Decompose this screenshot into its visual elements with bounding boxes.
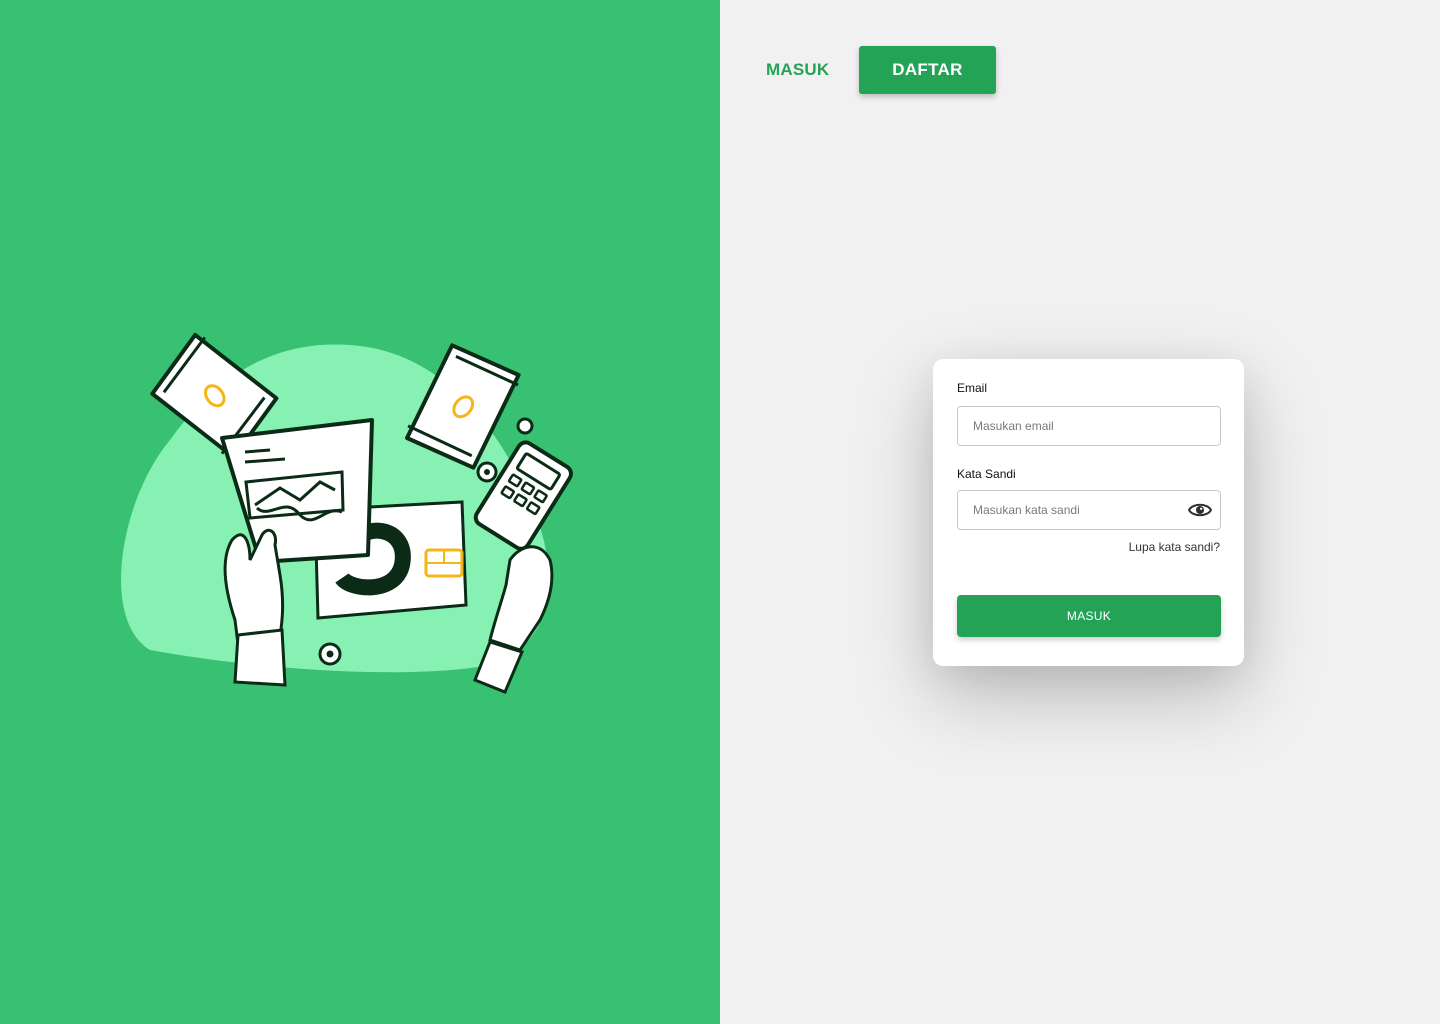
forgot-password-link[interactable]: Lupa kata sandi? — [1129, 540, 1220, 554]
login-card: Email Kata Sandi Lupa kata sandi? MASUK — [933, 359, 1244, 666]
finance-illustration — [121, 332, 573, 694]
password-input[interactable] — [957, 490, 1221, 530]
email-label: Email — [957, 381, 988, 395]
eye-icon[interactable] — [1187, 499, 1213, 521]
tab-login[interactable]: MASUK — [766, 46, 846, 94]
email-input[interactable] — [957, 406, 1221, 446]
login-submit-button[interactable]: MASUK — [957, 595, 1221, 637]
password-label: Kata Sandi — [957, 467, 1016, 481]
hero-panel — [0, 0, 720, 1024]
tab-register[interactable]: DAFTAR — [859, 46, 996, 94]
